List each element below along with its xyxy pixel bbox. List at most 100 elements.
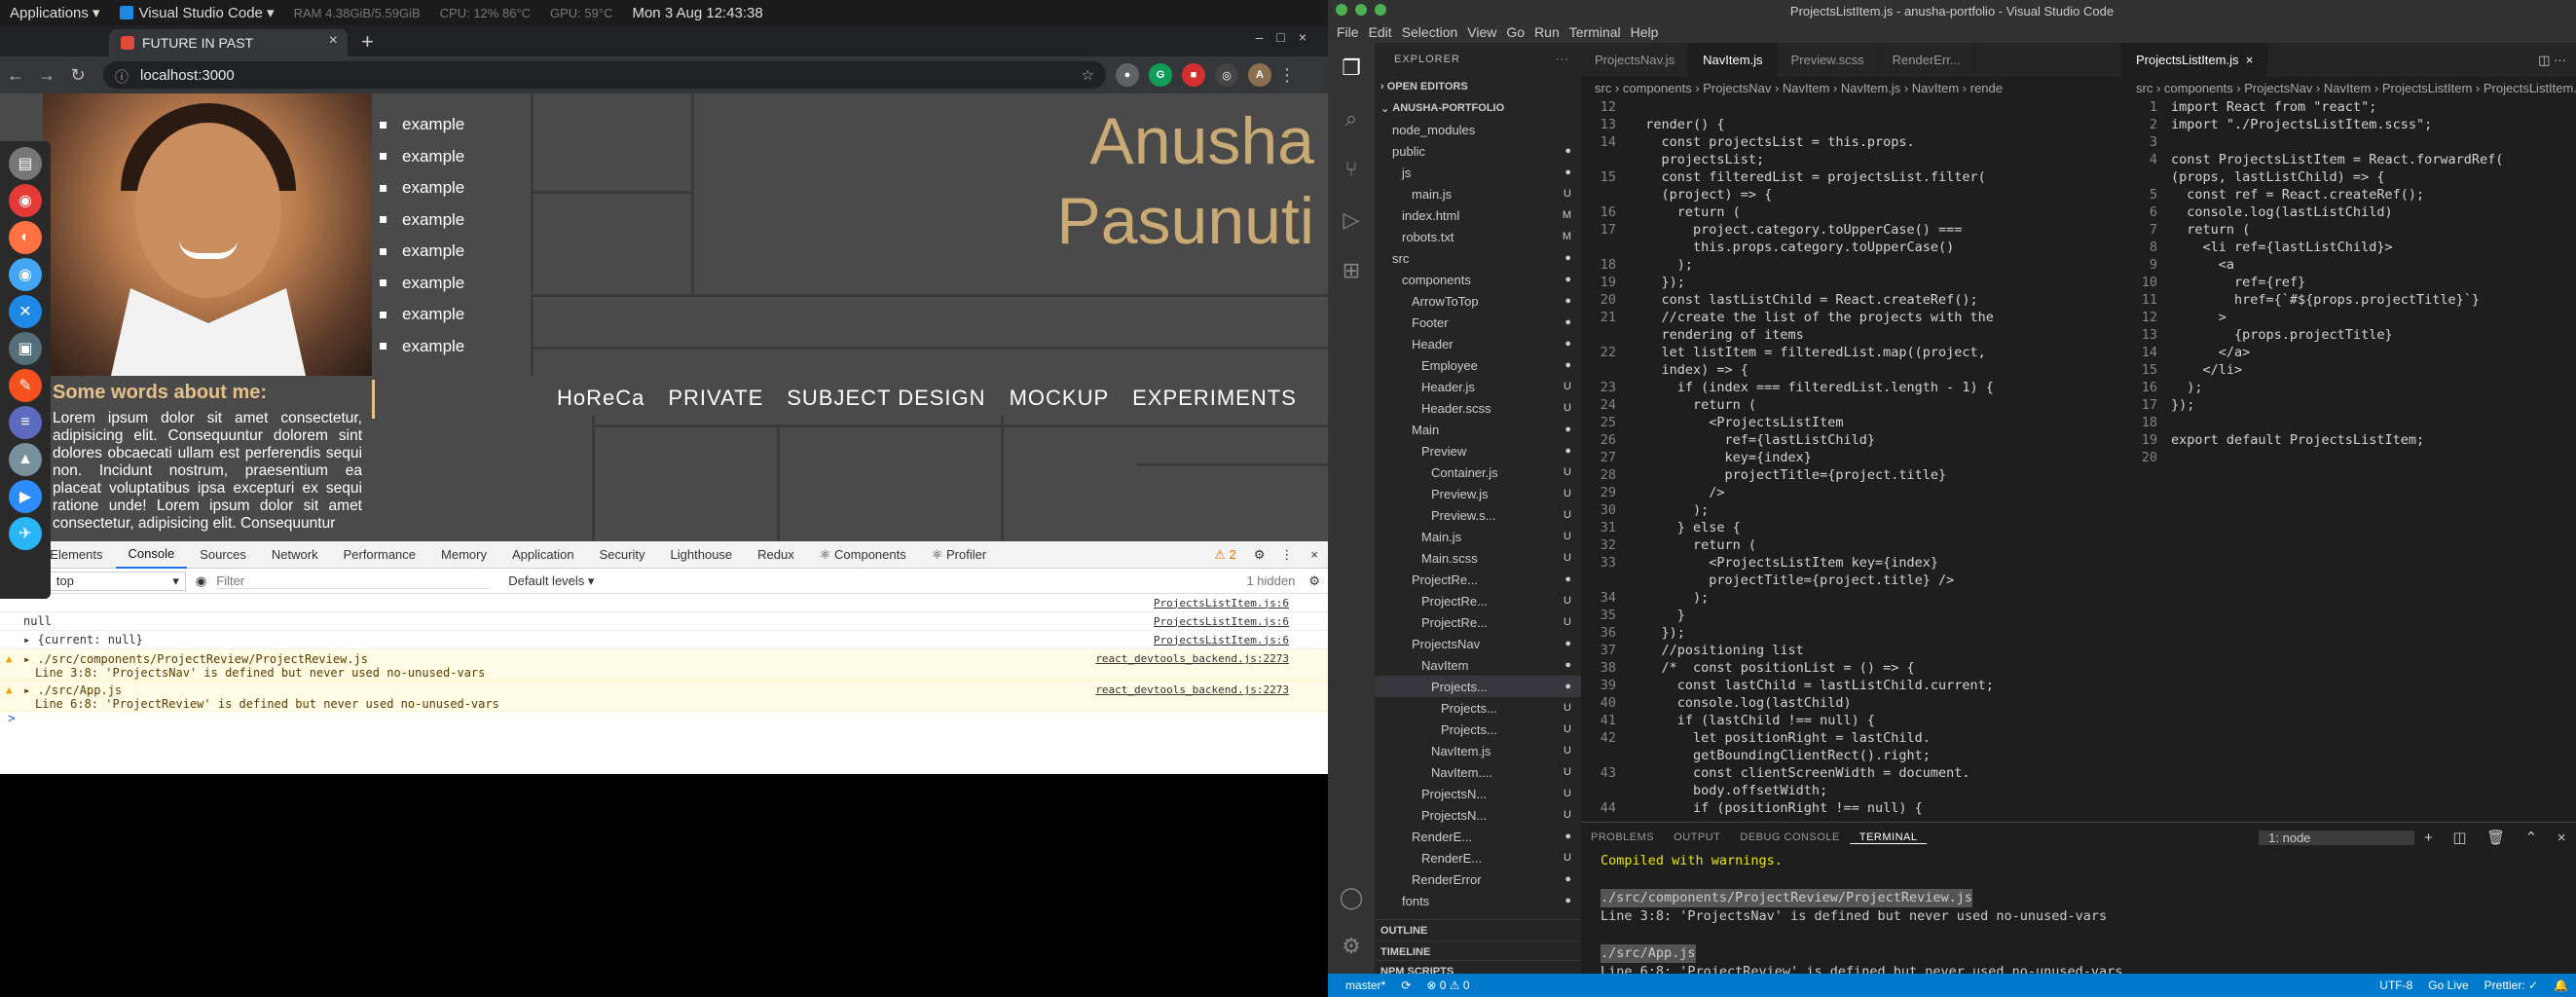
menu-go[interactable]: Go (1501, 24, 1529, 40)
tab-security[interactable]: Security (587, 541, 658, 569)
tree-item[interactable]: Header ● (1375, 333, 1581, 354)
more-menu-icon[interactable]: ⋮ (1271, 65, 1303, 86)
tab-memory[interactable]: Memory (428, 541, 499, 569)
tab-profiler[interactable]: ⚛ Profiler (919, 541, 999, 569)
console-settings-icon[interactable]: ⚙ (1301, 573, 1328, 589)
browser-tab[interactable]: FUTURE IN PAST × (109, 29, 348, 56)
menu-help[interactable]: Help (1626, 24, 1664, 40)
tree-item[interactable]: RenderE... ● (1375, 826, 1581, 847)
tree-item[interactable]: RenderE... U (1375, 847, 1581, 868)
log-source-link[interactable]: ProjectsListItem.js:6 (1154, 597, 1289, 609)
problems-indicator[interactable]: ⊗ 0 ⚠ 0 (1418, 979, 1477, 992)
menu-terminal[interactable]: Terminal (1564, 24, 1626, 40)
tab-redux[interactable]: Redux (745, 541, 807, 569)
clock[interactable]: Mon 3 Aug 12:43:38 (622, 5, 772, 21)
breadcrumb[interactable]: src › components › ProjectsNav › NavItem… (1581, 77, 2120, 98)
close-dot-icon[interactable] (1336, 4, 1347, 16)
applications-menu[interactable]: Applications ▾ (0, 4, 110, 21)
tree-item[interactable]: robots.txt M (1375, 226, 1581, 247)
extension-icon[interactable]: ● (1116, 63, 1139, 87)
manage-gear-icon[interactable]: ⚙ (1328, 921, 1375, 972)
chromium-dock-icon[interactable]: ◉ (9, 258, 42, 291)
tree-item[interactable]: ProjectRe... U (1375, 611, 1581, 633)
log-source-link[interactable]: ProjectsListItem.js:6 (1154, 634, 1289, 646)
tab-sources[interactable]: Sources (187, 541, 259, 569)
new-terminal-icon[interactable]: + (2414, 830, 2443, 846)
prettier-indicator[interactable]: Prettier: ✓ (2477, 979, 2546, 992)
warning-source-link[interactable]: react_devtools_backend.js:2273 (1095, 683, 1289, 696)
warning-source-link[interactable]: react_devtools_backend.js:2273 (1095, 652, 1289, 665)
tree-item[interactable]: Employee ● (1375, 354, 1581, 376)
sync-icon[interactable]: ⟳ (1393, 979, 1418, 992)
tree-item[interactable]: index.html M (1375, 204, 1581, 226)
menu-view[interactable]: View (1462, 24, 1501, 40)
tab-console[interactable]: Console (115, 541, 188, 569)
tree-item[interactable]: NavItem.... U (1375, 761, 1581, 783)
telegram-dock-icon[interactable]: ✈ (9, 517, 42, 550)
split-editor-icon[interactable]: ◫ ··· (2528, 43, 2576, 77)
brush-dock-icon[interactable]: ✎ (9, 369, 42, 402)
devtools-settings-icon[interactable]: ⚙ (1246, 547, 1273, 563)
nav-experiments[interactable]: EXPERIMENTS (1132, 386, 1297, 411)
vscode-dock-icon[interactable]: ✕ (9, 295, 42, 328)
nav-subject-design[interactable]: SUBJECT DESIGN (787, 386, 985, 411)
tree-item[interactable]: Footer ● (1375, 312, 1581, 333)
app-dock-icon[interactable]: ▣ (9, 332, 42, 365)
inkscape-dock-icon[interactable]: ▲ (9, 443, 42, 476)
encoding-indicator[interactable]: UTF-8 (2372, 979, 2420, 992)
menu-selection[interactable]: Selection (1397, 24, 1463, 40)
tree-item[interactable]: Projects... U (1375, 719, 1581, 740)
tree-item[interactable]: ArrowToTop ● (1375, 290, 1581, 312)
tree-item[interactable]: RenderError ● (1375, 868, 1581, 890)
warning-file[interactable]: ▸ ./src/App.js (23, 683, 122, 697)
tab-performance[interactable]: Performance (331, 541, 428, 569)
tree-item[interactable]: ProjectRe... U (1375, 590, 1581, 611)
info-icon[interactable]: ⓘ (115, 67, 129, 87)
menu-run[interactable]: Run (1529, 24, 1564, 40)
close-tab-icon[interactable]: × (329, 32, 338, 50)
profile-avatar[interactable]: A (1248, 63, 1271, 87)
branch-indicator[interactable]: master* (1338, 979, 1393, 992)
warning-file[interactable]: ▸ ./src/components/ProjectReview/Project… (23, 652, 368, 666)
nav-private[interactable]: PRIVATE (668, 386, 763, 411)
list-item[interactable]: example (380, 236, 531, 268)
tree-item[interactable]: fonts ● (1375, 890, 1581, 911)
editor-tab[interactable]: Preview.scss (1778, 43, 1879, 77)
menu-edit[interactable]: Edit (1364, 24, 1397, 40)
editor-tab-active[interactable]: NavItem.js (1689, 43, 1778, 77)
close-panel-icon[interactable]: × (2548, 830, 2576, 846)
tab-application[interactable]: Application (499, 541, 587, 569)
tree-item[interactable]: Header.js U (1375, 376, 1581, 397)
terminal-select[interactable]: 1: node (2259, 830, 2415, 845)
chrome-dock-icon[interactable]: ◉ (9, 184, 42, 217)
tree-item[interactable]: Main ● (1375, 419, 1581, 440)
tree-item[interactable]: Main.scss U (1375, 547, 1581, 569)
code-editor-right[interactable]: 1 import React from "react"; 2 import "./Pr… (2122, 98, 2576, 466)
go-live-button[interactable]: Go Live (2420, 979, 2476, 992)
console-filter-input[interactable] (216, 572, 490, 589)
outline-section[interactable]: OUTLINE (1375, 919, 1581, 941)
files-dock-icon[interactable]: ▤ (9, 147, 42, 180)
eye-icon[interactable]: ◉ (186, 573, 216, 589)
panel-tab-output[interactable]: OUTPUT (1664, 831, 1730, 843)
warning-count[interactable]: ⚠ 2 (1204, 547, 1246, 563)
tree-item[interactable]: Header.scss U (1375, 397, 1581, 419)
panel-tab-debug-console[interactable]: DEBUG CONSOLE (1730, 831, 1849, 843)
editor-tab[interactable]: RenderErr... (1879, 43, 1975, 77)
ext-red-icon[interactable]: ■ (1182, 63, 1205, 87)
list-item[interactable]: example (380, 331, 531, 363)
nav-mockup[interactable]: MOCKUP (1010, 386, 1110, 411)
levels-select[interactable]: Default levels ▾ (508, 573, 594, 589)
tree-item[interactable]: NavItem.js U (1375, 740, 1581, 761)
terminal-output[interactable]: Compiled with warnings. ./src/components/… (1581, 852, 2576, 981)
list-item[interactable]: example (380, 204, 531, 237)
nav-horeca[interactable]: HoReCa (557, 386, 644, 411)
tree-item[interactable]: Projects... U (1375, 697, 1581, 719)
code-editor-left[interactable]: 12 13 render() {14 const projectsList = t… (1581, 98, 2120, 817)
tree-item[interactable]: ProjectRe... ● (1375, 569, 1581, 590)
maximize-panel-icon[interactable]: ⌃ (2516, 829, 2548, 846)
active-app-menu[interactable]: Visual Studio Code ▾ (110, 4, 284, 21)
search-icon[interactable]: ⌕ (1328, 93, 1375, 144)
breadcrumb[interactable]: src › components › ProjectsNav › NavItem… (2122, 77, 2576, 98)
tree-item[interactable]: Projects... ● (1375, 676, 1581, 697)
